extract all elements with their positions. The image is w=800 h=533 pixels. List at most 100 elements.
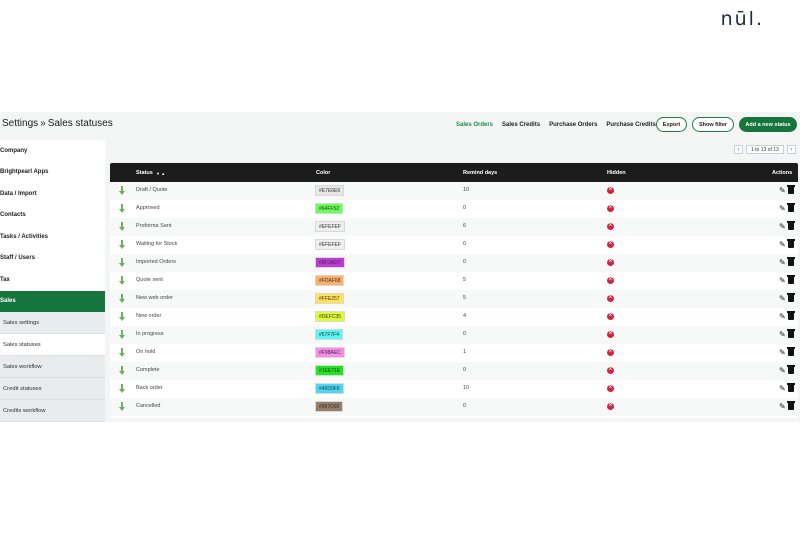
table-row[interactable]: Imported Orders #BF3AD7 0 ✎ (110, 254, 798, 272)
sidebar-sub-sales-statuses[interactable]: Sales statuses (0, 334, 105, 356)
edit-pencil-icon[interactable]: ✎ (779, 402, 786, 411)
pager-prev-button[interactable]: ‹ (734, 145, 743, 154)
edit-pencil-icon[interactable]: ✎ (779, 384, 786, 393)
sidebar-item-staff-users[interactable]: Staff / Users (0, 248, 105, 270)
delete-trash-icon[interactable] (787, 275, 795, 284)
edit-pencil-icon[interactable]: ✎ (779, 240, 786, 249)
edit-pencil-icon[interactable]: ✎ (779, 312, 786, 321)
color-swatch: #BF3AD7 (315, 257, 345, 268)
hidden-no-icon (607, 203, 614, 212)
drag-handle-icon[interactable] (119, 276, 125, 285)
header-status[interactable]: Status (136, 170, 153, 176)
drag-handle-icon[interactable] (119, 240, 125, 249)
delete-trash-icon[interactable] (787, 383, 795, 392)
tab-sales-orders[interactable]: Sales Orders (456, 122, 493, 128)
color-swatch: #967D66 (315, 401, 344, 412)
table-row[interactable]: In progress #57F7F4 0 ✎ (110, 326, 798, 344)
delete-trash-icon[interactable] (787, 311, 795, 320)
table-row[interactable]: New web order #FFE257 5 ✎ (110, 290, 798, 308)
remind-days-value: 5 (463, 295, 467, 301)
status-name: Cancelled (136, 403, 161, 409)
export-button[interactable]: Export (656, 117, 687, 132)
delete-trash-icon[interactable] (787, 329, 795, 338)
status-name: New order (136, 313, 162, 319)
remind-days-value: 1 (463, 349, 467, 355)
breadcrumb: Settings» Sales statuses (2, 118, 113, 129)
edit-pencil-icon[interactable]: ✎ (779, 222, 786, 231)
remind-days-value: 0 (463, 241, 467, 247)
drag-handle-icon[interactable] (119, 330, 125, 339)
status-name: Approved (136, 205, 160, 211)
table-row[interactable]: Waiting for Stock #EFEFEF 0 ✎ (110, 236, 798, 254)
delete-trash-icon[interactable] (787, 347, 795, 356)
edit-pencil-icon[interactable]: ✎ (779, 258, 786, 267)
drag-handle-icon[interactable] (119, 222, 125, 231)
edit-pencil-icon[interactable]: ✎ (779, 348, 786, 357)
table-row[interactable]: Approved #64FF52 0 ✎ (110, 200, 798, 218)
color-swatch: #F98AEC (315, 347, 345, 358)
table-row[interactable]: Proforma Sent #EFEFEF 6 ✎ (110, 218, 798, 236)
show-filter-button[interactable]: Show filter (692, 117, 734, 132)
delete-trash-icon[interactable] (787, 401, 795, 410)
edit-pencil-icon[interactable]: ✎ (779, 294, 786, 303)
breadcrumb-parent[interactable]: Settings (2, 118, 38, 129)
pager-range: 1 to 13 of 13 (746, 145, 784, 154)
sidebar-item-contacts[interactable]: Contacts (0, 205, 105, 227)
settings-sidebar: Company Brightpearl Apps Data / Import C… (0, 140, 105, 422)
color-swatch: #FDAF68 (315, 275, 345, 286)
remind-days-value: 10 (463, 187, 470, 193)
delete-trash-icon[interactable] (787, 257, 795, 266)
delete-trash-icon[interactable] (787, 239, 795, 248)
delete-trash-icon[interactable] (787, 365, 795, 374)
table-row[interactable]: Complete #1EE71E 0 ✎ (110, 362, 798, 380)
drag-handle-icon[interactable] (119, 402, 125, 411)
drag-handle-icon[interactable] (119, 312, 125, 321)
drag-handle-icon[interactable] (119, 258, 125, 267)
hidden-no-icon (607, 239, 614, 248)
pager-next-button[interactable]: › (786, 145, 796, 154)
remind-days-value: 0 (463, 367, 467, 373)
add-status-button[interactable]: Add a new status (739, 117, 797, 132)
status-name: Imported Orders (136, 259, 177, 265)
delete-trash-icon[interactable] (787, 185, 795, 194)
sidebar-sub-credits-workflow[interactable]: Credits workflow (0, 400, 105, 422)
drag-handle-icon[interactable] (119, 204, 125, 213)
drag-handle-icon[interactable] (119, 384, 125, 393)
delete-trash-icon[interactable] (787, 203, 795, 212)
remind-days-value: 10 (463, 385, 470, 391)
drag-handle-icon[interactable] (119, 186, 125, 195)
sort-icon[interactable]: ▼ ▲ (156, 171, 165, 176)
sidebar-item-sales[interactable]: Sales (0, 290, 105, 312)
table-row[interactable]: Back order #49D9F6 10 ✎ (110, 380, 798, 398)
table-row[interactable]: Cancelled #967D66 0 ✎ (110, 398, 798, 416)
table-row[interactable]: On hold #F98AEC 1 ✎ (110, 344, 798, 362)
table-row[interactable]: New order #DEFC35 4 ✎ (110, 308, 798, 326)
page-title: Sales statuses (47, 118, 113, 129)
delete-trash-icon[interactable] (787, 293, 795, 302)
edit-pencil-icon[interactable]: ✎ (779, 186, 786, 195)
tab-purchase-orders[interactable]: Purchase Orders (549, 122, 597, 128)
edit-pencil-icon[interactable]: ✎ (779, 204, 786, 213)
tab-sales-credits[interactable]: Sales Credits (502, 122, 540, 128)
sidebar-item-brightpearl-apps[interactable]: Brightpearl Apps (0, 162, 105, 184)
sidebar-item-data-import[interactable]: Data / Import (0, 183, 105, 205)
header-hidden: Hidden (607, 170, 626, 176)
status-name: Waiting for Stock (136, 241, 178, 247)
table-row[interactable]: Quote sent #FDAF68 5 ✎ (110, 272, 798, 290)
drag-handle-icon[interactable] (119, 366, 125, 375)
hidden-no-icon (607, 221, 614, 230)
edit-pencil-icon[interactable]: ✎ (779, 276, 786, 285)
sidebar-item-tasks[interactable]: Tasks / Activities (0, 226, 105, 248)
tab-purchase-credits[interactable]: Purchase Credits (606, 122, 655, 128)
sidebar-item-tax[interactable]: Tax (0, 269, 105, 291)
table-row[interactable]: Draft / Quote #E7E6E6 10 ✎ (110, 182, 798, 200)
edit-pencil-icon[interactable]: ✎ (779, 330, 786, 339)
sidebar-sub-sales-workflow[interactable]: Sales workflow (0, 356, 105, 378)
drag-handle-icon[interactable] (119, 348, 125, 357)
delete-trash-icon[interactable] (787, 221, 795, 230)
sidebar-item-company[interactable]: Company (0, 140, 105, 162)
edit-pencil-icon[interactable]: ✎ (779, 366, 786, 375)
sidebar-sub-sales-settings[interactable]: Sales settings (0, 312, 105, 334)
sidebar-sub-credit-statuses[interactable]: Credit statuses (0, 378, 105, 400)
drag-handle-icon[interactable] (119, 294, 125, 303)
